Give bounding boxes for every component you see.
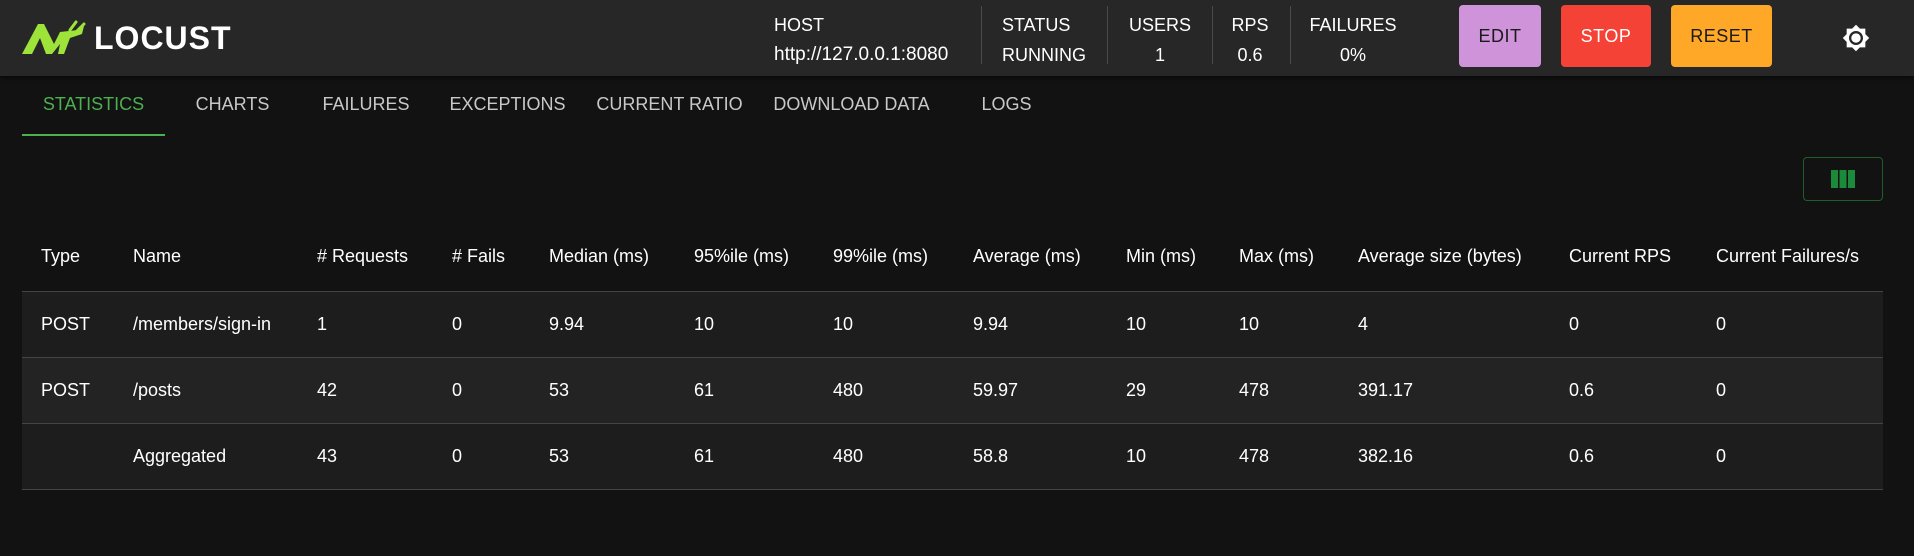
- divider: [1107, 6, 1108, 64]
- table-cell: 478: [1220, 423, 1339, 490]
- column-header[interactable]: Average size (bytes): [1339, 222, 1550, 292]
- table-cell: 10: [814, 291, 954, 358]
- active-tab-indicator: [22, 134, 165, 136]
- table-cell: 43: [298, 423, 433, 490]
- brightness-icon: [1842, 24, 1870, 52]
- column-header[interactable]: Current RPS: [1550, 222, 1697, 292]
- column-header[interactable]: Max (ms): [1220, 222, 1339, 292]
- table-cell: 59.97: [954, 357, 1107, 424]
- failures-label: FAILURES: [1309, 15, 1397, 35]
- rps-label: RPS: [1231, 15, 1269, 35]
- view-column-icon: [1831, 170, 1855, 188]
- locust-logo-icon: [22, 20, 86, 54]
- column-header[interactable]: Current Failures/s: [1697, 222, 1883, 292]
- table-cell: 10: [1107, 291, 1220, 358]
- table-cell: 0: [1697, 357, 1883, 424]
- app-name: LOCUST: [94, 19, 232, 56]
- table-cell: 53: [530, 423, 675, 490]
- table-cell: 9.94: [954, 291, 1107, 358]
- table-cell: 0: [433, 291, 530, 358]
- table-cell: 0: [433, 423, 530, 490]
- table-cell: /posts: [114, 357, 298, 424]
- table-cell: 61: [675, 357, 814, 424]
- column-header[interactable]: Average (ms): [954, 222, 1107, 292]
- table-cell: 10: [675, 291, 814, 358]
- users-stat: USERS 1: [1128, 0, 1192, 76]
- column-header[interactable]: 95%ile (ms): [675, 222, 814, 292]
- stop-button[interactable]: STOP: [1561, 5, 1651, 67]
- divider: [1212, 6, 1213, 64]
- edit-button[interactable]: EDIT: [1459, 5, 1541, 67]
- table-cell: POST: [22, 291, 114, 358]
- table-cell: 10: [1107, 423, 1220, 490]
- tab-failures[interactable]: FAILURES: [300, 84, 432, 136]
- tab-exceptions[interactable]: EXCEPTIONS: [432, 84, 583, 136]
- column-header[interactable]: # Requests: [298, 222, 433, 292]
- column-selector-button[interactable]: [1803, 157, 1883, 201]
- column-header[interactable]: 99%ile (ms): [814, 222, 954, 292]
- table-cell: /members/sign-in: [114, 291, 298, 358]
- tab-charts[interactable]: CHARTS: [165, 84, 300, 136]
- locust-logo[interactable]: LOCUST: [20, 18, 232, 58]
- table-cell: 42: [298, 357, 433, 424]
- column-header[interactable]: Type: [22, 222, 114, 292]
- table-cell: Aggregated: [114, 423, 298, 490]
- failures-value: 0%: [1339, 45, 1366, 65]
- table-cell: 0: [1697, 291, 1883, 358]
- tab-current-ratio[interactable]: CURRENT RATIO: [583, 84, 756, 136]
- theme-toggle-button[interactable]: [1836, 18, 1876, 58]
- users-value: 1: [1154, 45, 1165, 65]
- divider: [981, 6, 982, 64]
- table-header-row: Type Name # Requests # Fails Median (ms)…: [22, 222, 1883, 292]
- table-cell: 0: [1550, 291, 1697, 358]
- column-header[interactable]: Min (ms): [1107, 222, 1220, 292]
- table-cell: [22, 423, 114, 490]
- table-cell: 0: [1697, 423, 1883, 490]
- tab-logs[interactable]: LOGS: [947, 84, 1066, 136]
- table-cell: 9.94: [530, 291, 675, 358]
- table-cell: 0.6: [1550, 423, 1697, 490]
- table-cell: 478: [1220, 357, 1339, 424]
- column-header[interactable]: Median (ms): [530, 222, 675, 292]
- tab-download-data[interactable]: DOWNLOAD DATA: [756, 84, 947, 136]
- table-cell: 53: [530, 357, 675, 424]
- column-header[interactable]: # Fails: [433, 222, 530, 292]
- status-label: STATUS: [1002, 15, 1071, 35]
- host-stat: HOST http://127.0.0.1:8080: [774, 0, 948, 76]
- table-cell: 58.8: [954, 423, 1107, 490]
- table-row: POST /members/sign-in 1 0 9.94 10 10 9.9…: [22, 291, 1883, 358]
- rps-value: 0.6: [1237, 45, 1263, 65]
- tab-statistics[interactable]: STATISTICS: [22, 84, 165, 136]
- table-cell: 4: [1339, 291, 1550, 358]
- app-bar: LOCUST HOST http://127.0.0.1:8080 STATUS…: [0, 0, 1914, 76]
- table-cell: 0.6: [1550, 357, 1697, 424]
- failures-stat: FAILURES 0%: [1308, 0, 1398, 76]
- table-cell: 61: [675, 423, 814, 490]
- table-cell: 480: [814, 357, 954, 424]
- host-label: HOST: [774, 15, 825, 35]
- table-cell: 1: [298, 291, 433, 358]
- host-value: http://127.0.0.1:8080: [774, 44, 949, 65]
- reset-button[interactable]: RESET: [1671, 5, 1772, 67]
- table-cell: 0: [433, 357, 530, 424]
- table-cell: 29: [1107, 357, 1220, 424]
- status-stat: STATUS RUNNING: [1002, 0, 1086, 76]
- table-cell: 382.16: [1339, 423, 1550, 490]
- divider: [1290, 6, 1291, 64]
- table-cell: 480: [814, 423, 954, 490]
- rps-stat: RPS 0.6: [1230, 0, 1270, 76]
- table-cell: POST: [22, 357, 114, 424]
- statistics-table: Type Name # Requests # Fails Median (ms)…: [22, 222, 1883, 490]
- table-cell: 10: [1220, 291, 1339, 358]
- column-header[interactable]: Name: [114, 222, 298, 292]
- users-label: USERS: [1128, 15, 1191, 35]
- table-cell: 391.17: [1339, 357, 1550, 424]
- table-row-aggregated: Aggregated 43 0 53 61 480 58.8 10 478 38…: [22, 423, 1883, 490]
- table-row: POST /posts 42 0 53 61 480 59.97 29 478 …: [22, 357, 1883, 424]
- status-value: RUNNING: [1002, 45, 1086, 65]
